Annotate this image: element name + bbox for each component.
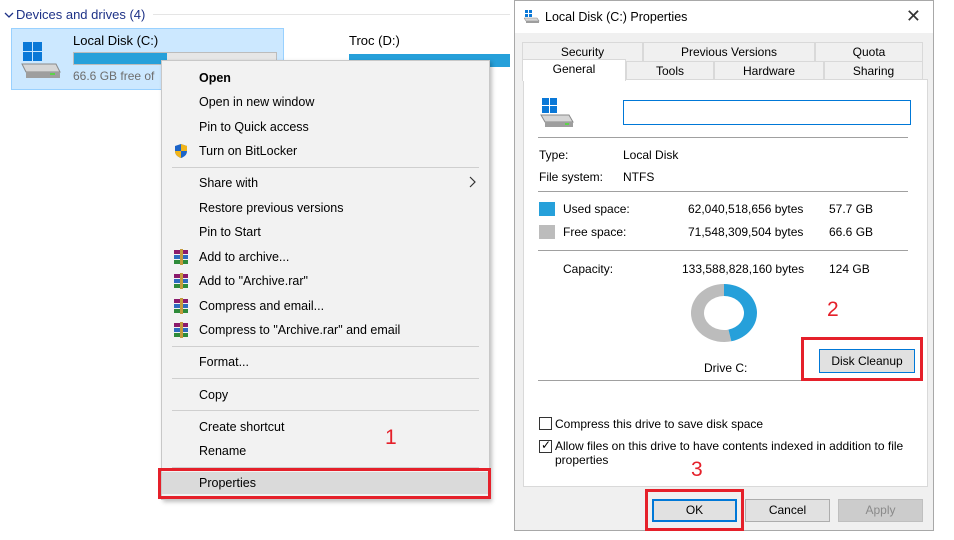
menu-separator xyxy=(172,346,479,347)
capacity-gb: 124 GB xyxy=(829,262,870,276)
capacity-bytes: 133,588,828,160 bytes xyxy=(682,262,805,276)
type-value: Local Disk xyxy=(623,148,679,162)
step3-number: 3 xyxy=(691,458,703,481)
menu-item-restore-previous[interactable]: Restore previous versions xyxy=(162,197,489,219)
menu-item-label: Pin to Quick access xyxy=(199,120,309,134)
general-tab-panel: Type: Local Disk File system: NTFS Used … xyxy=(523,79,928,487)
free-space-gb: 66.6 GB xyxy=(829,225,874,239)
step1-number: 1 xyxy=(385,426,397,449)
winrar-icon xyxy=(173,249,189,265)
tab-tools[interactable]: Tools xyxy=(626,61,714,81)
close-icon[interactable]: ✕ xyxy=(906,6,921,27)
cancel-button[interactable]: Cancel xyxy=(745,499,830,522)
step2-number: 2 xyxy=(827,298,839,321)
dialog-titlebar[interactable]: Local Disk (C:) Properties ✕ xyxy=(515,1,933,33)
used-space-swatch xyxy=(539,202,555,216)
context-menu: Open Open in new window Pin to Quick acc… xyxy=(161,60,490,500)
dialog-title: Local Disk (C:) Properties xyxy=(545,10,688,24)
drive-usage-fill xyxy=(74,53,167,64)
tab-hardware[interactable]: Hardware xyxy=(714,61,824,81)
menu-item-label: Compress to "Archive.rar" and email xyxy=(199,323,401,337)
menu-item-create-shortcut[interactable]: Create shortcut xyxy=(162,416,489,438)
menu-item-label: Pin to Start xyxy=(199,225,261,239)
volume-label-input[interactable] xyxy=(623,100,911,125)
menu-item-label: Turn on BitLocker xyxy=(199,144,298,158)
menu-item-label: Format... xyxy=(199,355,250,369)
menu-separator xyxy=(172,378,479,379)
drive-name: Local Disk (C:) xyxy=(73,33,159,48)
step1-highlight-box xyxy=(158,468,491,499)
menu-item-label: Rename xyxy=(199,444,247,458)
step3-highlight-box xyxy=(645,489,744,531)
menu-item-share-with[interactable]: Share with xyxy=(162,172,489,194)
menu-item-label: Open in new window xyxy=(199,95,315,109)
divider xyxy=(538,191,908,192)
menu-separator xyxy=(172,167,479,168)
menu-item-copy[interactable]: Copy xyxy=(162,384,489,406)
divider xyxy=(538,137,908,138)
chevron-right-icon xyxy=(469,175,477,191)
menu-item-compress-email[interactable]: Compress and email... xyxy=(162,295,489,317)
menu-item-rename[interactable]: Rename xyxy=(162,440,489,462)
menu-item-label: Add to archive... xyxy=(199,250,290,264)
tab-general[interactable]: General xyxy=(522,59,626,81)
free-space-bytes: 71,548,309,504 bytes xyxy=(688,225,804,239)
properties-dialog: Local Disk (C:) Properties ✕ Security Pr… xyxy=(514,0,934,531)
hard-drive-icon xyxy=(20,42,62,83)
shield-icon xyxy=(173,143,189,159)
menu-item-pin-quick-access[interactable]: Pin to Quick access xyxy=(162,116,489,138)
hard-drive-icon xyxy=(540,98,576,131)
index-contents-checkbox[interactable] xyxy=(539,438,552,453)
menu-item-label: Create shortcut xyxy=(199,420,285,434)
menu-separator xyxy=(172,410,479,411)
menu-item-label: Open xyxy=(199,71,231,85)
used-space-gb: 57.7 GB xyxy=(829,202,874,216)
apply-button[interactable]: Apply xyxy=(838,499,923,522)
index-contents-label-line2: properties xyxy=(555,453,609,467)
devices-section-header[interactable]: Devices and drives (4) xyxy=(0,4,510,24)
tab-previous-versions[interactable]: Previous Versions xyxy=(643,42,815,62)
used-space-label: Used space: xyxy=(563,202,630,216)
menu-item-format[interactable]: Format... xyxy=(162,351,489,373)
menu-item-label: Restore previous versions xyxy=(199,201,344,215)
drive-name: Troc (D:) xyxy=(349,33,400,48)
winrar-icon xyxy=(173,273,189,289)
menu-item-open-new-window[interactable]: Open in new window xyxy=(162,91,489,113)
chevron-down-icon[interactable] xyxy=(4,7,16,22)
section-divider xyxy=(153,13,510,15)
disk-usage-donut xyxy=(691,284,757,342)
filesystem-value: NTFS xyxy=(623,170,655,184)
free-space-label: Free space: xyxy=(563,225,627,239)
tab-sharing[interactable]: Sharing xyxy=(824,61,923,81)
used-space-bytes: 62,040,518,656 bytes xyxy=(688,202,804,216)
menu-item-pin-start[interactable]: Pin to Start xyxy=(162,221,489,243)
compress-drive-checkbox[interactable] xyxy=(539,417,552,430)
winrar-icon xyxy=(173,322,189,338)
index-contents-label: Allow files on this drive to have conten… xyxy=(555,439,904,453)
type-label: Type: xyxy=(539,148,569,162)
menu-item-label: Share with xyxy=(199,176,259,190)
drive-icon xyxy=(523,10,540,27)
menu-item-open[interactable]: Open xyxy=(162,67,489,89)
compress-drive-label: Compress this drive to save disk space xyxy=(555,417,764,431)
menu-item-add-archive[interactable]: Add to archive... xyxy=(162,246,489,268)
step2-highlight-box xyxy=(801,337,923,381)
section-header-label: Devices and drives (4) xyxy=(16,6,146,22)
winrar-icon xyxy=(173,298,189,314)
free-space-swatch xyxy=(539,225,555,239)
drive-label: Drive C: xyxy=(704,361,748,375)
filesystem-label: File system: xyxy=(539,170,604,184)
divider xyxy=(538,250,908,251)
drive-free-text: 66.6 GB free of xyxy=(73,69,155,83)
menu-item-label: Compress and email... xyxy=(199,299,325,313)
capacity-label: Capacity: xyxy=(563,262,614,276)
menu-item-label: Add to "Archive.rar" xyxy=(199,274,308,288)
tab-quota[interactable]: Quota xyxy=(815,42,923,62)
menu-item-add-archive-rar[interactable]: Add to "Archive.rar" xyxy=(162,270,489,292)
menu-item-compress-rar-email[interactable]: Compress to "Archive.rar" and email xyxy=(162,319,489,341)
menu-item-bitlocker[interactable]: Turn on BitLocker xyxy=(162,140,489,162)
menu-item-label: Copy xyxy=(199,388,229,402)
